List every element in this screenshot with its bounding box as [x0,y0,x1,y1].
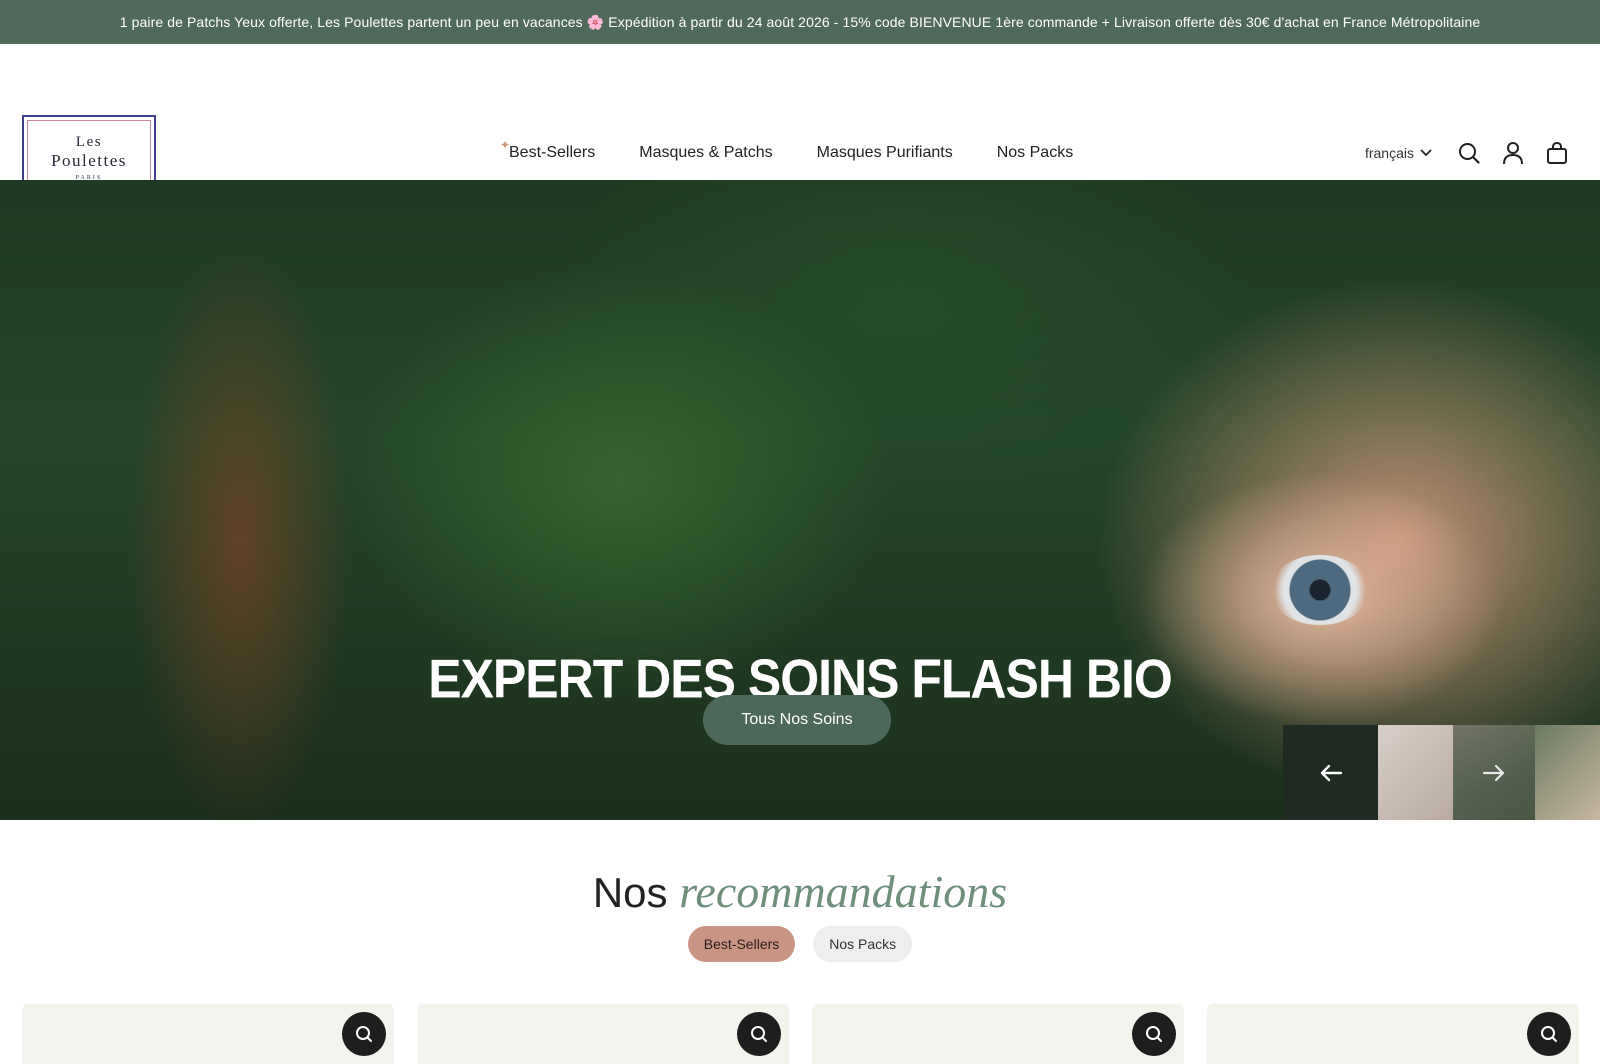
search-icon [751,1026,767,1042]
heading-accent: recommandations [679,866,1008,917]
chevron-down-icon [1420,149,1432,157]
nav-label: Best-Sellers [509,144,596,161]
quick-view-button[interactable] [1527,1012,1571,1056]
cart-icon [1547,141,1567,164]
product-card[interactable] [812,1004,1184,1064]
nav-label: Masques & Patchs [639,144,773,161]
search-icon [1541,1026,1557,1042]
quick-view-button[interactable] [1132,1012,1176,1056]
slider-thumbnail[interactable] [1535,725,1600,820]
recommendations-heading: Nos recommandations [0,865,1600,918]
product-card[interactable] [22,1004,394,1064]
account-icon [1503,142,1523,165]
quick-view-button[interactable] [342,1012,386,1056]
hero-eye-image [1270,555,1370,625]
product-card[interactable] [417,1004,789,1064]
slider-prev-button[interactable] [1283,725,1378,820]
announcement-bar: 1 paire de Patchs Yeux offerte, Les Poul… [0,0,1600,44]
slider-next-button[interactable] [1453,725,1535,820]
language-selector[interactable]: français [1365,145,1432,161]
nav-label: Nos Packs [996,144,1074,161]
arrow-right-icon [1482,764,1505,781]
announcement-text: 1 paire de Patchs Yeux offerte, Les Poul… [119,13,1481,30]
logo-line-1: Les [75,133,103,150]
slider-thumbnail[interactable] [1378,725,1453,820]
main-nav: ✦ Best-Sellers Masques & Patchs Masques … [500,138,1073,162]
product-card[interactable] [1207,1004,1579,1064]
nav-item-masques-purifiants[interactable]: Masques Purifiants [817,144,953,162]
header-actions: français [1365,140,1570,166]
language-label: français [1364,145,1414,161]
heading-plain: Nos [592,869,668,916]
nav-item-masques-patchs[interactable]: Masques & Patchs [639,144,772,162]
account-button[interactable] [1500,140,1526,166]
nav-item-nos-packs[interactable]: Nos Packs [997,144,1073,162]
search-icon [1459,143,1480,164]
search-icon [1146,1026,1162,1042]
hero-slider-controls [1283,725,1600,820]
arrow-left-icon [1320,764,1342,781]
cart-button[interactable] [1544,140,1570,166]
recommendation-tabs: Best-Sellers Nos Packs [0,926,1600,962]
quick-view-button[interactable] [737,1012,781,1056]
tab-best-sellers[interactable]: Best-Sellers [687,926,796,962]
nav-item-best-sellers[interactable]: ✦ Best-Sellers [500,138,596,162]
logo-line-2: Poulettes [51,150,127,170]
site-header: Les Poulettes PARIS ✦ Best-Sellers Masqu… [0,44,1600,198]
search-button[interactable] [1456,140,1482,166]
all-products-button[interactable]: Tous Nos Soins [703,695,891,745]
nav-label: Masques Purifiants [816,144,953,161]
tab-nos-packs[interactable]: Nos Packs [813,926,913,962]
sparkle-icon: ✦ [500,138,511,152]
product-grid [22,1004,1579,1064]
search-icon [356,1026,372,1042]
